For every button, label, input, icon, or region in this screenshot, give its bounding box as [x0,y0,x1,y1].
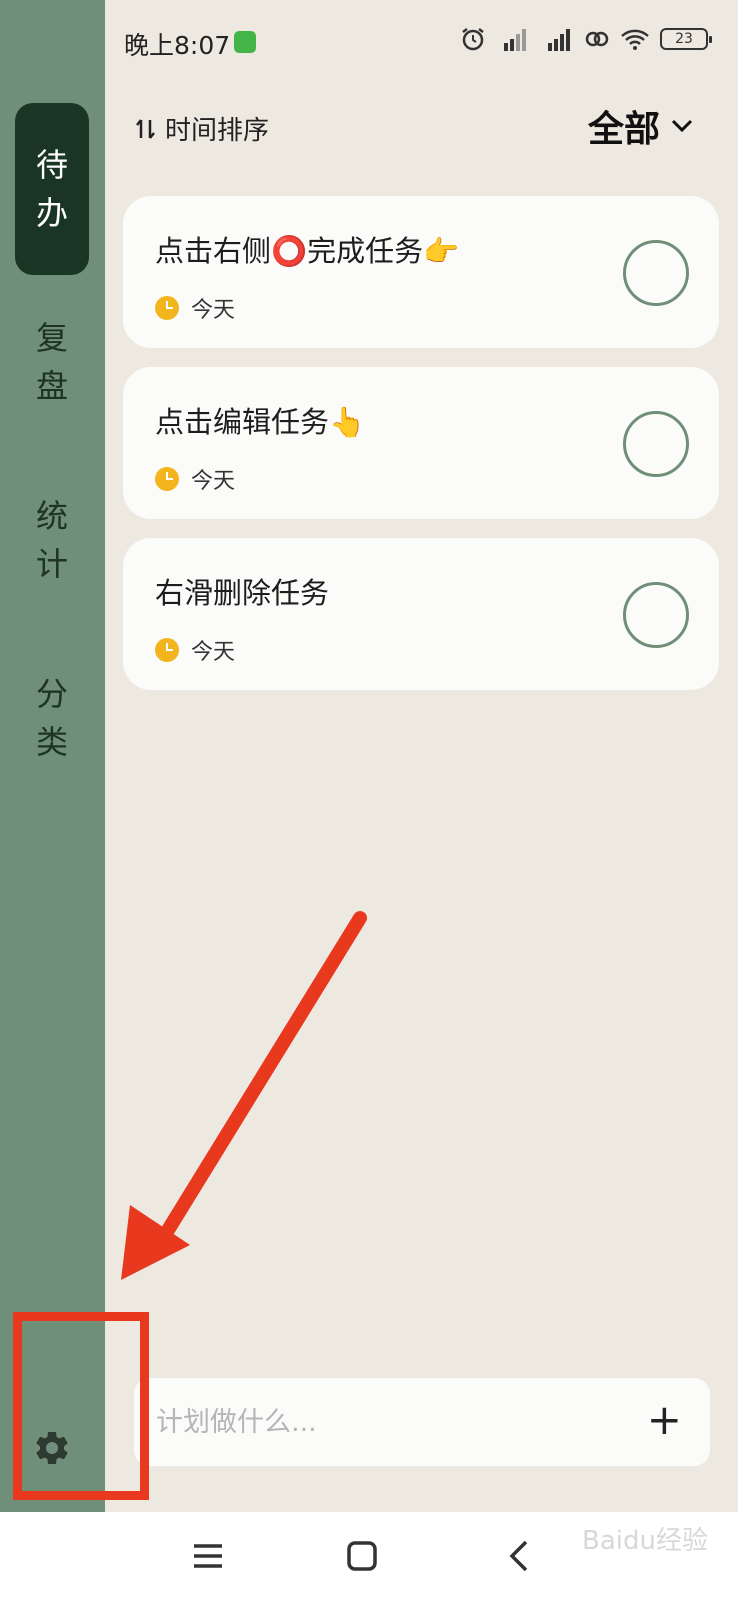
task-date-label: 今天 [191,640,236,665]
app-notification-icon [234,31,256,53]
highlight-box [13,1312,149,1500]
sidebar-item-todo[interactable]: 待 办 [15,103,89,275]
sidebar-item-char: 复 [35,319,68,357]
sidebar-item-char: 盘 [35,367,68,405]
signal-icon [504,29,526,51]
sidebar-item-stats[interactable]: 统 计 [15,490,89,590]
menu-icon[interactable] [186,1534,230,1578]
sort-icon [136,118,155,139]
system-nav-bar: Baidu经验 [0,1512,738,1600]
filter-label: 全部 [587,109,660,150]
complete-task-button[interactable] [623,240,689,306]
task-date: 今天 [155,292,235,324]
clock-icon [155,638,179,662]
task-date-label: 今天 [191,469,236,494]
chevron-down-icon [671,119,693,133]
sidebar-item-char: 类 [35,723,68,761]
sidebar-item-char: 统 [35,497,68,535]
sort-button[interactable]: 时间排序 [135,110,269,147]
clock-icon [155,296,179,320]
new-task-input[interactable] [134,1406,604,1438]
alarm-icon [462,28,484,51]
task-date: 今天 [155,634,235,666]
task-card[interactable]: 右滑删除任务 今天 [123,538,719,690]
task-card[interactable]: 点击右侧⭕完成任务👉 今天 [123,196,719,348]
home-icon[interactable] [340,1534,384,1578]
sidebar-item-char: 计 [35,545,68,583]
complete-task-button[interactable] [623,411,689,477]
sidebar-item-review[interactable]: 复 盘 [15,312,89,412]
battery-indicator: 23 [660,28,712,50]
sort-label: 时间排序 [165,116,270,146]
sidebar-item-char: 办 [35,194,68,232]
new-task-bar: + [134,1378,710,1466]
sidebar-item-char: 待 [35,146,68,184]
task-title: 右滑删除任务 [155,576,330,610]
complete-task-button[interactable] [623,582,689,648]
sidebar-item-char: 分 [35,675,68,713]
task-card[interactable]: 点击编辑任务👆 今天 [123,367,719,519]
signal-icon [548,29,570,51]
sidebar-item-category[interactable]: 分 类 [15,668,89,768]
task-title: 点击右侧⭕完成任务👉 [155,234,460,268]
sidebar: 待 办 复 盘 统 计 分 类 [0,0,105,1512]
clock-icon [155,467,179,491]
watermark: Baidu经验 [582,1526,708,1556]
wifi-icon [621,29,649,50]
task-title: 点击编辑任务👆 [155,405,366,439]
status-time: 晚上8:07 [124,31,231,60]
add-task-button[interactable]: + [647,1396,682,1444]
task-date: 今天 [155,463,235,495]
task-date-label: 今天 [191,298,236,323]
back-icon[interactable] [498,1534,542,1578]
status-icons: 23 [460,26,712,52]
link-icon [585,31,609,47]
filter-dropdown[interactable]: 全部 [588,100,694,152]
